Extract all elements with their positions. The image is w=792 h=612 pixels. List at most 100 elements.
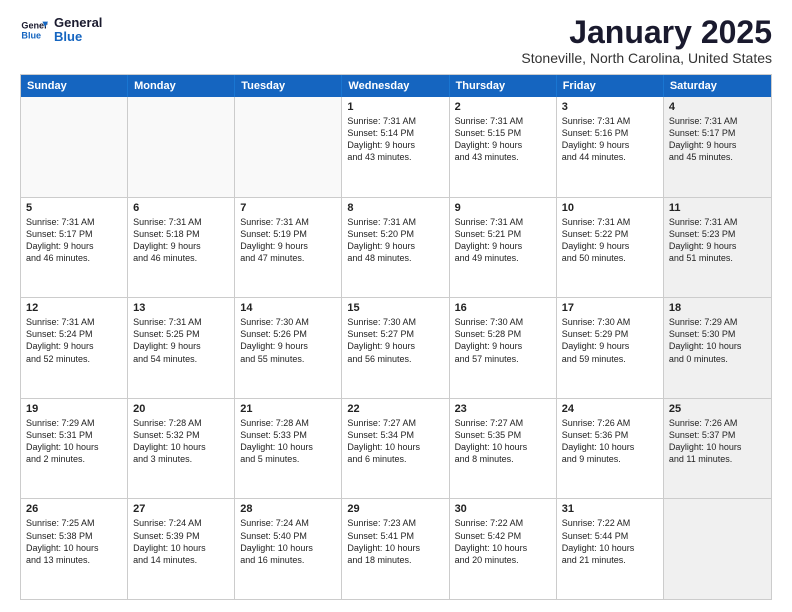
calendar-cell — [128, 97, 235, 197]
cell-text: Sunrise: 7:29 AM Sunset: 5:31 PM Dayligh… — [26, 417, 122, 466]
cell-text: Sunrise: 7:30 AM Sunset: 5:26 PM Dayligh… — [240, 316, 336, 365]
calendar-cell: 11Sunrise: 7:31 AM Sunset: 5:23 PM Dayli… — [664, 198, 771, 298]
day-number: 2 — [455, 101, 551, 113]
cell-text: Sunrise: 7:31 AM Sunset: 5:20 PM Dayligh… — [347, 216, 443, 265]
calendar-cell — [235, 97, 342, 197]
cell-text: Sunrise: 7:27 AM Sunset: 5:34 PM Dayligh… — [347, 417, 443, 466]
day-number: 9 — [455, 202, 551, 214]
day-number: 15 — [347, 302, 443, 314]
calendar: Sunday Monday Tuesday Wednesday Thursday… — [20, 74, 772, 600]
day-number: 30 — [455, 503, 551, 515]
cell-text: Sunrise: 7:31 AM Sunset: 5:22 PM Dayligh… — [562, 216, 658, 265]
cell-text: Sunrise: 7:27 AM Sunset: 5:35 PM Dayligh… — [455, 417, 551, 466]
calendar-body: 1Sunrise: 7:31 AM Sunset: 5:14 PM Daylig… — [21, 97, 771, 599]
weekday-saturday: Saturday — [664, 75, 771, 97]
calendar-cell: 13 Sunrise: 7:31 AM Sunset: 5:25 PM Dayli… — [128, 298, 235, 398]
weekday-thursday: Thursday — [450, 75, 557, 97]
cell-text: Sunrise: 7:31 AM Sunset: 5:17 PM Dayligh… — [669, 115, 766, 164]
calendar-cell: 27 Sunrise: 7:24 AM Sunset: 5:39 PM Dayli… — [128, 499, 235, 599]
cell-text: Sunrise: 7:24 AM Sunset: 5:40 PM Dayligh… — [240, 517, 336, 566]
day-number: 21 — [240, 403, 336, 415]
day-number: 7 — [240, 202, 336, 214]
cell-text: Sunrise: 7:31 AM Sunset: 5:15 PM Dayligh… — [455, 115, 551, 164]
calendar-row: 26 Sunrise: 7:25 AM Sunset: 5:38 PM Dayli… — [21, 498, 771, 599]
calendar-cell: 18 Sunrise: 7:29 AM Sunset: 5:30 PM Dayli… — [664, 298, 771, 398]
day-number: 17 — [562, 302, 658, 314]
month-title: January 2025 — [521, 16, 772, 48]
calendar-cell: 21 Sunrise: 7:28 AM Sunset: 5:33 PM Dayli… — [235, 399, 342, 499]
weekday-monday: Monday — [128, 75, 235, 97]
logo-icon: General Blue — [20, 16, 48, 44]
cell-text: Sunrise: 7:26 AM Sunset: 5:37 PM Dayligh… — [669, 417, 766, 466]
calendar-header: Sunday Monday Tuesday Wednesday Thursday… — [21, 75, 771, 97]
day-number: 14 — [240, 302, 336, 314]
day-number: 20 — [133, 403, 229, 415]
calendar-row: 19 Sunrise: 7:29 AM Sunset: 5:31 PM Dayli… — [21, 398, 771, 499]
day-number: 31 — [562, 503, 658, 515]
day-number: 24 — [562, 403, 658, 415]
cell-text: Sunrise: 7:31 AM Sunset: 5:16 PM Dayligh… — [562, 115, 658, 164]
calendar-cell: 1Sunrise: 7:31 AM Sunset: 5:14 PM Daylig… — [342, 97, 449, 197]
cell-text: Sunrise: 7:31 AM Sunset: 5:25 PM Dayligh… — [133, 316, 229, 365]
day-number: 16 — [455, 302, 551, 314]
cell-text: Sunrise: 7:29 AM Sunset: 5:30 PM Dayligh… — [669, 316, 766, 365]
logo-general: General — [54, 15, 102, 30]
calendar-cell: 3 Sunrise: 7:31 AM Sunset: 5:16 PM Daylig… — [557, 97, 664, 197]
day-number: 29 — [347, 503, 443, 515]
calendar-cell: 6Sunrise: 7:31 AM Sunset: 5:18 PM Daylig… — [128, 198, 235, 298]
weekday-wednesday: Wednesday — [342, 75, 449, 97]
calendar-cell: 17 Sunrise: 7:30 AM Sunset: 5:29 PM Dayli… — [557, 298, 664, 398]
cell-text: Sunrise: 7:31 AM Sunset: 5:14 PM Dayligh… — [347, 115, 443, 164]
calendar-cell: 12Sunrise: 7:31 AM Sunset: 5:24 PM Dayli… — [21, 298, 128, 398]
calendar-cell: 23 Sunrise: 7:27 AM Sunset: 5:35 PM Dayli… — [450, 399, 557, 499]
day-number: 23 — [455, 403, 551, 415]
cell-text: Sunrise: 7:22 AM Sunset: 5:44 PM Dayligh… — [562, 517, 658, 566]
day-number: 19 — [26, 403, 122, 415]
calendar-cell: 7 Sunrise: 7:31 AM Sunset: 5:19 PM Daylig… — [235, 198, 342, 298]
weekday-sunday: Sunday — [21, 75, 128, 97]
day-number: 4 — [669, 101, 766, 113]
cell-text: Sunrise: 7:25 AM Sunset: 5:38 PM Dayligh… — [26, 517, 122, 566]
calendar-cell — [21, 97, 128, 197]
calendar-cell: 2 Sunrise: 7:31 AM Sunset: 5:15 PM Daylig… — [450, 97, 557, 197]
weekday-tuesday: Tuesday — [235, 75, 342, 97]
cell-text: Sunrise: 7:30 AM Sunset: 5:27 PM Dayligh… — [347, 316, 443, 365]
day-number: 18 — [669, 302, 766, 314]
calendar-cell: 14 Sunrise: 7:30 AM Sunset: 5:26 PM Dayli… — [235, 298, 342, 398]
calendar-cell: 8 Sunrise: 7:31 AM Sunset: 5:20 PM Daylig… — [342, 198, 449, 298]
day-number: 27 — [133, 503, 229, 515]
day-number: 5 — [26, 202, 122, 214]
cell-text: Sunrise: 7:31 AM Sunset: 5:23 PM Dayligh… — [669, 216, 766, 265]
title-block: January 2025 Stoneville, North Carolina,… — [521, 16, 772, 66]
cell-text: Sunrise: 7:31 AM Sunset: 5:19 PM Dayligh… — [240, 216, 336, 265]
day-number: 8 — [347, 202, 443, 214]
day-number: 26 — [26, 503, 122, 515]
day-number: 10 — [562, 202, 658, 214]
day-number: 3 — [562, 101, 658, 113]
calendar-cell: 25 Sunrise: 7:26 AM Sunset: 5:37 PM Dayli… — [664, 399, 771, 499]
cell-text: Sunrise: 7:30 AM Sunset: 5:28 PM Dayligh… — [455, 316, 551, 365]
calendar-cell: 20Sunrise: 7:28 AM Sunset: 5:32 PM Dayli… — [128, 399, 235, 499]
day-number: 13 — [133, 302, 229, 314]
cell-text: Sunrise: 7:24 AM Sunset: 5:39 PM Dayligh… — [133, 517, 229, 566]
cell-text: Sunrise: 7:28 AM Sunset: 5:33 PM Dayligh… — [240, 417, 336, 466]
calendar-cell: 31 Sunrise: 7:22 AM Sunset: 5:44 PM Dayli… — [557, 499, 664, 599]
day-number: 22 — [347, 403, 443, 415]
calendar-cell: 15 Sunrise: 7:30 AM Sunset: 5:27 PM Dayli… — [342, 298, 449, 398]
logo: General Blue General Blue — [20, 16, 102, 45]
location: Stoneville, North Carolina, United State… — [521, 50, 772, 66]
cell-text: Sunrise: 7:30 AM Sunset: 5:29 PM Dayligh… — [562, 316, 658, 365]
day-number: 12 — [26, 302, 122, 314]
calendar-cell: 10 Sunrise: 7:31 AM Sunset: 5:22 PM Dayli… — [557, 198, 664, 298]
header: General Blue General Blue January 2025 S… — [20, 16, 772, 66]
calendar-row: 12Sunrise: 7:31 AM Sunset: 5:24 PM Dayli… — [21, 297, 771, 398]
calendar-cell: 24Sunrise: 7:26 AM Sunset: 5:36 PM Dayli… — [557, 399, 664, 499]
calendar-cell: 30Sunrise: 7:22 AM Sunset: 5:42 PM Dayli… — [450, 499, 557, 599]
calendar-cell: 4 Sunrise: 7:31 AM Sunset: 5:17 PM Daylig… — [664, 97, 771, 197]
calendar-cell: 16 Sunrise: 7:30 AM Sunset: 5:28 PM Dayli… — [450, 298, 557, 398]
calendar-row: 5Sunrise: 7:31 AM Sunset: 5:17 PM Daylig… — [21, 197, 771, 298]
calendar-cell: 9Sunrise: 7:31 AM Sunset: 5:21 PM Daylig… — [450, 198, 557, 298]
cell-text: Sunrise: 7:31 AM Sunset: 5:18 PM Dayligh… — [133, 216, 229, 265]
calendar-cell: 19 Sunrise: 7:29 AM Sunset: 5:31 PM Dayli… — [21, 399, 128, 499]
day-number: 25 — [669, 403, 766, 415]
